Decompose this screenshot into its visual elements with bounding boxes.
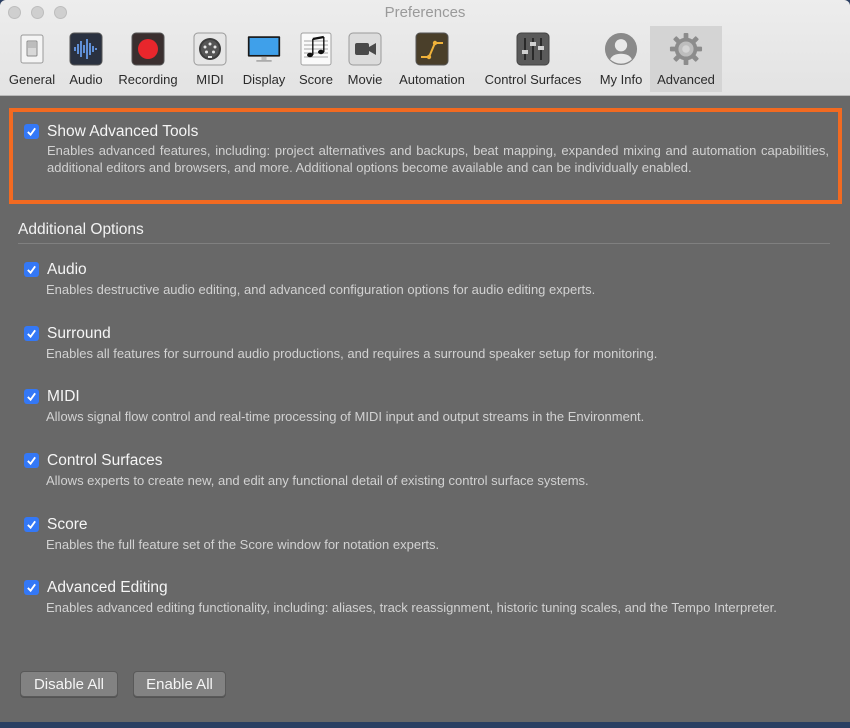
tab-score-label: Score <box>299 72 333 87</box>
tab-audio[interactable]: Audio <box>66 26 106 92</box>
midi-port-icon <box>193 32 227 66</box>
section-divider <box>18 243 830 244</box>
tab-display[interactable]: Display <box>238 26 290 92</box>
audio-waveform-icon <box>69 32 103 66</box>
tab-automation-label: Automation <box>399 72 465 87</box>
tab-advanced-label: Advanced <box>657 72 715 87</box>
audio-option-title: Audio <box>47 261 87 278</box>
tab-movie[interactable]: Movie <box>344 26 386 92</box>
surround-option-description: Enables all features for surround audio … <box>46 346 658 361</box>
score-option-title: Score <box>47 516 88 533</box>
show-advanced-tools-checkbox[interactable] <box>24 124 39 139</box>
advanced-editing-option-description: Enables advanced editing functionality, … <box>46 600 777 615</box>
general-switch-icon <box>15 32 49 66</box>
audio-option-checkbox[interactable] <box>24 262 39 277</box>
checkmark-icon <box>27 329 36 339</box>
tab-audio-label: Audio <box>69 72 103 87</box>
score-option-checkbox[interactable] <box>24 517 39 532</box>
automation-curve-icon <box>415 32 449 66</box>
midi-option-description: Allows signal flow control and real-time… <box>46 409 645 424</box>
user-icon <box>604 32 638 66</box>
surround-option-title: Surround <box>47 325 111 342</box>
tab-automation[interactable]: Automation <box>393 26 471 92</box>
enable-all-button[interactable]: Enable All <box>133 671 226 697</box>
display-icon <box>247 32 281 66</box>
title-bar: Preferences General Audio Recording MIDI… <box>0 0 850 96</box>
checkmark-icon <box>27 456 36 466</box>
movie-camera-icon <box>348 32 382 66</box>
preferences-window: Preferences General Audio Recording MIDI… <box>0 0 850 722</box>
checkmark-icon <box>27 127 36 137</box>
checkmark-icon <box>27 265 36 275</box>
advanced-editing-option-checkbox[interactable] <box>24 580 39 595</box>
score-option-description: Enables the full feature set of the Scor… <box>46 537 440 552</box>
tab-midi-label: MIDI <box>196 72 224 87</box>
tab-recording[interactable]: Recording <box>113 26 183 92</box>
tab-general-label: General <box>8 72 56 87</box>
window-title: Preferences <box>384 4 466 21</box>
tab-midi[interactable]: MIDI <box>191 26 229 92</box>
tab-movie-label: Movie <box>347 72 383 87</box>
control-surfaces-option-title: Control Surfaces <box>47 452 163 469</box>
tab-score[interactable]: Score <box>296 26 336 92</box>
tab-my-info-label: My Info <box>599 72 643 87</box>
control-surfaces-option-checkbox[interactable] <box>24 453 39 468</box>
show-advanced-tools-title: Show Advanced Tools <box>47 123 199 140</box>
tab-my-info[interactable]: My Info <box>595 26 647 92</box>
checkmark-icon <box>27 520 36 530</box>
audio-option-description: Enables destructive audio editing, and a… <box>46 282 596 297</box>
tab-general[interactable]: General <box>3 26 61 92</box>
surround-option-checkbox[interactable] <box>24 326 39 341</box>
control-surfaces-option-description: Allows experts to create new, and edit a… <box>46 473 589 488</box>
tab-recording-label: Recording <box>118 72 178 87</box>
desktop-background <box>0 722 850 728</box>
score-notes-icon <box>299 32 333 66</box>
midi-option-title: MIDI <box>47 388 80 405</box>
disable-all-button[interactable]: Disable All <box>20 671 118 697</box>
tab-display-label: Display <box>242 72 286 87</box>
advanced-editing-option-title: Advanced Editing <box>47 579 168 596</box>
tab-control-surfaces[interactable]: Control Surfaces <box>477 26 589 92</box>
checkmark-icon <box>27 392 36 402</box>
show-advanced-tools-description: Enables advanced features, including: pr… <box>47 143 829 175</box>
midi-option-checkbox[interactable] <box>24 389 39 404</box>
record-icon <box>131 32 165 66</box>
gear-icon <box>669 32 703 66</box>
additional-options-heading: Additional Options <box>18 221 144 238</box>
control-surface-faders-icon <box>516 32 550 66</box>
checkmark-icon <box>27 583 36 593</box>
tab-advanced[interactable]: Advanced <box>650 26 722 92</box>
tab-control-surfaces-label: Control Surfaces <box>484 72 582 87</box>
